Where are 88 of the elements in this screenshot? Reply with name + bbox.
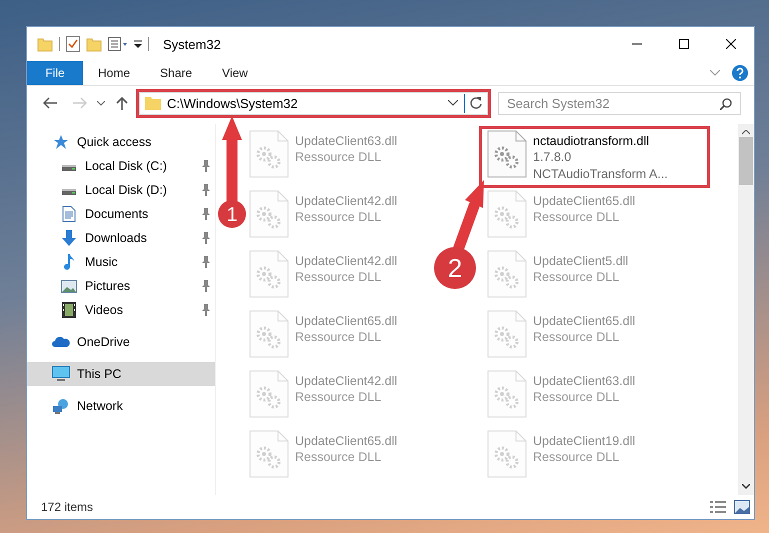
file-name: UpdateClient63.dll <box>533 373 636 389</box>
ribbon-tab[interactable]: Home <box>83 61 146 85</box>
dropdown-icon[interactable] <box>448 100 458 106</box>
monitor-icon <box>52 366 70 382</box>
scroll-up-icon[interactable] <box>742 130 750 135</box>
sidebar-item[interactable]: Quick access <box>27 130 215 154</box>
dll-file-icon <box>487 130 527 178</box>
ribbon-tab[interactable]: Share <box>145 61 208 85</box>
file-name: UpdateClient42.dll <box>295 253 398 269</box>
up-arrow-icon <box>116 96 128 110</box>
sidebar-item[interactable]: Music <box>27 250 215 274</box>
file-name: UpdateClient65.dll <box>533 313 636 329</box>
scrollbar-thumb[interactable] <box>739 137 753 185</box>
sidebar-item[interactable]: Videos <box>27 298 215 322</box>
help-icon[interactable] <box>732 65 748 81</box>
properties-icon[interactable] <box>108 37 128 51</box>
sidebar-item[interactable]: Documents <box>27 202 215 226</box>
file-detail: 1.7.8.0 <box>533 149 572 166</box>
sidebar-item[interactable]: Pictures <box>27 274 215 298</box>
file-detail: Ressource DLL <box>295 389 382 406</box>
file-detail: Ressource DLL <box>533 269 620 286</box>
file-name: UpdateClient19.dll <box>533 433 636 449</box>
file-name: UpdateClient63.dll <box>295 133 398 149</box>
checklist-icon[interactable] <box>66 36 80 52</box>
close-icon <box>726 39 736 49</box>
refresh-icon[interactable] <box>469 96 483 110</box>
sidebar-item[interactable]: Network <box>27 394 215 418</box>
sidebar-item[interactable]: Downloads <box>27 226 215 250</box>
folder-icon <box>145 96 161 110</box>
sidebar-item[interactable]: Local Disk (C:) <box>27 154 215 178</box>
search-icon[interactable] <box>720 98 732 110</box>
ribbon-tab[interactable]: View <box>207 61 263 85</box>
file-detail: Ressource DLL <box>295 149 382 166</box>
file-tab[interactable]: File <box>27 61 83 85</box>
file-name: nctaudiotransform.dll <box>533 133 650 149</box>
maximize-icon <box>678 39 688 49</box>
music-note-icon <box>63 254 75 270</box>
dll-file-icon <box>487 430 527 478</box>
file-detail: NCTAudioTransform A... <box>533 166 668 183</box>
file-name: UpdateClient65.dll <box>295 433 398 449</box>
details-view-icon[interactable] <box>710 501 726 513</box>
file-name: UpdateClient42.dll <box>295 193 398 209</box>
search-field[interactable]: Search System32 <box>498 92 741 114</box>
network-icon <box>52 398 70 414</box>
download-icon <box>61 230 77 246</box>
file-name: UpdateClient5.dll <box>533 253 628 269</box>
dll-file-icon <box>487 190 527 238</box>
dll-file-icon <box>249 310 289 358</box>
dll-file-icon <box>249 370 289 418</box>
file-name: UpdateClient42.dll <box>295 373 398 389</box>
document-icon <box>62 206 76 222</box>
chevron-down-icon <box>97 100 105 106</box>
dll-file-icon <box>487 370 527 418</box>
sidebar-item[interactable]: OneDrive <box>27 330 215 354</box>
picture-icon <box>61 280 77 292</box>
dll-file-icon <box>249 190 289 238</box>
dll-file-icon <box>487 250 527 298</box>
sidebar-item[interactable]: Local Disk (D:) <box>27 178 215 202</box>
file-item[interactable]: nctaudiotransform.dll 1.7.8.0 NCTAudioTransform A... <box>481 128 708 186</box>
dll-file-icon <box>249 130 289 178</box>
item-count: 172 items <box>41 500 94 514</box>
dll-file-icon <box>249 430 289 478</box>
step-badge: 2 <box>434 247 476 289</box>
file-detail: Ressource DLL <box>533 209 620 226</box>
forward-arrow-icon <box>73 97 87 109</box>
file-detail: Ressource DLL <box>295 329 382 346</box>
dropdown-icon[interactable] <box>134 39 142 49</box>
dll-file-icon <box>487 310 527 358</box>
chevron-down-icon[interactable] <box>710 70 720 76</box>
scroll-down-icon[interactable] <box>742 484 750 489</box>
file-detail: Ressource DLL <box>295 449 382 466</box>
scrollbar[interactable] <box>738 124 754 495</box>
cloud-icon <box>52 336 70 348</box>
star-icon <box>53 134 69 150</box>
file-detail: Ressource DLL <box>533 449 620 466</box>
step-badge: 1 <box>218 200 246 228</box>
window-title: System32 <box>163 36 221 52</box>
sidebar-item[interactable]: This PC <box>27 362 215 386</box>
file-name: UpdateClient65.dll <box>533 193 636 209</box>
file-detail: Ressource DLL <box>295 209 382 226</box>
dll-file-icon <box>249 250 289 298</box>
file-detail: Ressource DLL <box>295 269 382 286</box>
back-arrow-icon <box>43 97 57 109</box>
file-detail: Ressource DLL <box>533 329 620 346</box>
file-name: UpdateClient65.dll <box>295 313 398 329</box>
file-detail: Ressource DLL <box>533 389 620 406</box>
film-icon <box>62 302 76 318</box>
tiles-view-icon[interactable] <box>734 500 750 514</box>
